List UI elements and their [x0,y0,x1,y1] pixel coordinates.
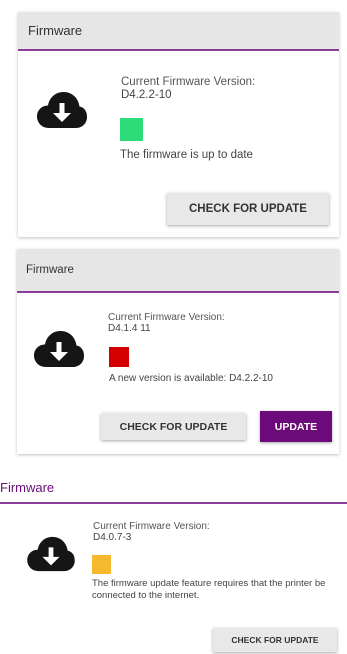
update-button[interactable]: UPDATE [260,411,332,442]
status-text: The firmware is up to date [120,149,253,161]
status-text: The firmware update feature requires tha… [92,578,326,601]
firmware-panel-update-available: Firmware Current Firmware Version: D4.1.… [17,249,339,454]
panel-header: Firmware [17,249,339,293]
check-for-update-button[interactable]: CHECK FOR UPDATE [167,193,329,225]
cloud-download-icon [37,92,87,128]
firmware-panel-offline: Firmware Current Firmware Version: D4.0.… [0,480,347,654]
status-indicator-red [109,347,129,367]
status-text: A new version is available: D4.2.2-10 [109,373,273,384]
panel-header: Firmware [18,12,339,51]
panel-title: Firmware [28,23,83,38]
status-indicator-yellow [92,555,111,574]
version-label: Current Firmware Version: [121,76,256,88]
firmware-info: Current Firmware Version: D4.1.4 11 [108,312,333,334]
status-indicator-green [120,118,143,141]
firmware-panel-up-to-date: Firmware Current Firmware Version: D4.2.… [18,12,339,237]
check-for-update-button[interactable]: CHECK FOR UPDATE [213,628,337,652]
panel-title: Firmware [26,264,74,276]
version-label: Current Firmware Version: [93,521,210,532]
version-value: D4.0.7-3 [93,532,132,543]
cloud-download-icon [27,536,75,572]
panel-header: Firmware [0,480,347,504]
panel-title: Firmware [0,480,55,495]
check-for-update-button[interactable]: CHECK FOR UPDATE [101,413,246,440]
firmware-info: Current Firmware Version: D4.0.7-3 [93,521,343,543]
version-label: Current Firmware Version: [108,312,225,323]
firmware-info: Current Firmware Version: D4.2.2-10 [121,76,331,101]
version-value: D4.2.2-10 [121,89,172,101]
cloud-download-icon [34,331,84,367]
version-value: D4.1.4 11 [108,323,151,334]
